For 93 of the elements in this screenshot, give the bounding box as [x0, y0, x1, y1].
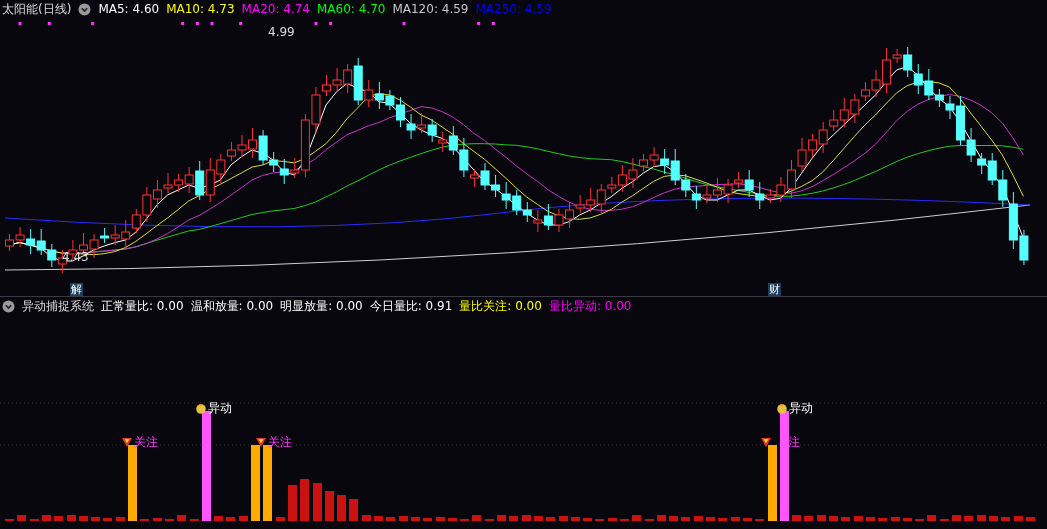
volume-bar [300, 479, 309, 521]
volume-bar [448, 518, 457, 521]
volume-bar [116, 517, 125, 521]
volume-bar [817, 515, 826, 521]
volume-bar [731, 517, 740, 521]
volume-bar [79, 516, 88, 521]
signal-label: 关注 [134, 435, 158, 449]
volume-bar [718, 518, 727, 521]
indicator-value: 今日量比: 0.91 [369, 297, 453, 315]
volume-bar [927, 515, 936, 521]
volume-bar [91, 517, 100, 521]
volume-bar [153, 518, 162, 521]
volume-bar [989, 516, 998, 521]
volume-bar [866, 517, 875, 521]
volume-bar [337, 495, 346, 521]
volume-bar [436, 517, 445, 521]
dropdown-icon[interactable] [2, 299, 15, 313]
signal-label: 异动 [789, 401, 813, 415]
volume-bar [829, 516, 838, 521]
volume-bar [276, 517, 285, 521]
signal-label: 异动 [208, 401, 232, 415]
volume-bar [288, 485, 297, 521]
event-marker: 财 [768, 283, 781, 296]
volume-bar [17, 515, 26, 521]
volume-bar [571, 517, 580, 521]
indicator-value: MA20: 4.74 [241, 2, 310, 16]
signal-label: 关注 [268, 435, 292, 449]
event-marker: 解 [70, 283, 83, 296]
volume-bar [103, 518, 112, 521]
volume-bar [386, 517, 395, 521]
volume-bar [534, 516, 543, 521]
indicator-value: 量比异动: 0.00 [548, 297, 632, 315]
volume-bar [608, 518, 617, 521]
volume-bar [706, 517, 715, 521]
volume-bar [1026, 517, 1035, 521]
volume-bar [657, 515, 666, 521]
indicator-value: MA10: 4.73 [166, 2, 235, 16]
volume-bar [239, 516, 248, 521]
volume-bar [325, 491, 334, 521]
volume-bar [472, 515, 481, 521]
price-label: 4.99 [268, 25, 295, 39]
indicator-value: MA5: 4.60 [98, 2, 160, 16]
money-bag-icon [776, 402, 788, 414]
indicator-value: MA60: 4.70 [317, 2, 386, 16]
volume-bar [67, 515, 76, 521]
volume-bar [792, 515, 801, 521]
volume-bar [1014, 516, 1023, 521]
volume-bar [952, 515, 961, 521]
volume-bar [964, 516, 973, 521]
indicator-value: 正常量比: 0.00 [101, 297, 184, 315]
volume-bar [583, 518, 592, 521]
money-bag-icon [195, 402, 207, 414]
volume-bar [42, 515, 51, 521]
volume-bar [509, 516, 518, 521]
volume-bar [903, 518, 912, 521]
volume-bar [694, 516, 703, 521]
indicator-value: 明显放量: 0.00 [280, 297, 363, 315]
volume-bar [362, 515, 371, 521]
volume-bar [1001, 517, 1010, 521]
volume-bar [669, 516, 678, 521]
volume-bar [854, 516, 863, 521]
volume-bar [804, 516, 813, 521]
volume-bar [411, 517, 420, 521]
volume-bar [423, 518, 432, 521]
indicator-value: 温和放量: 0.00 [190, 297, 274, 315]
volume-bar [743, 518, 752, 521]
warning-icon [121, 436, 133, 448]
volume-bar [54, 516, 63, 521]
indicator-value: MA120: 4.59 [392, 2, 469, 16]
volume-bar [632, 515, 641, 521]
panel-title: 异动捕捉系统 [22, 297, 94, 315]
volume-bar [891, 517, 900, 521]
volume-bar [226, 517, 235, 521]
volume-bar [681, 517, 690, 521]
indicator-value: MA250: 4.59 [475, 2, 552, 16]
volume-bar [522, 515, 531, 521]
volume-bar [399, 516, 408, 521]
volume-bar [878, 518, 887, 521]
volume-bar [841, 517, 850, 521]
volume-bar [214, 516, 223, 521]
volume-bar [977, 515, 986, 521]
warning-icon [760, 436, 772, 448]
panel-title: 太阳能(日线) [2, 0, 72, 18]
volume-bar [177, 515, 186, 521]
volume-bar [497, 515, 506, 521]
volume-bar [559, 516, 568, 521]
volume-bar [313, 483, 322, 521]
dropdown-icon[interactable] [78, 2, 92, 16]
indicator-value: 量比关注: 0.00 [459, 297, 542, 315]
volume-bar [374, 516, 383, 521]
volume-bar [349, 499, 358, 521]
volume-bar [546, 517, 555, 521]
warning-icon [255, 436, 267, 448]
